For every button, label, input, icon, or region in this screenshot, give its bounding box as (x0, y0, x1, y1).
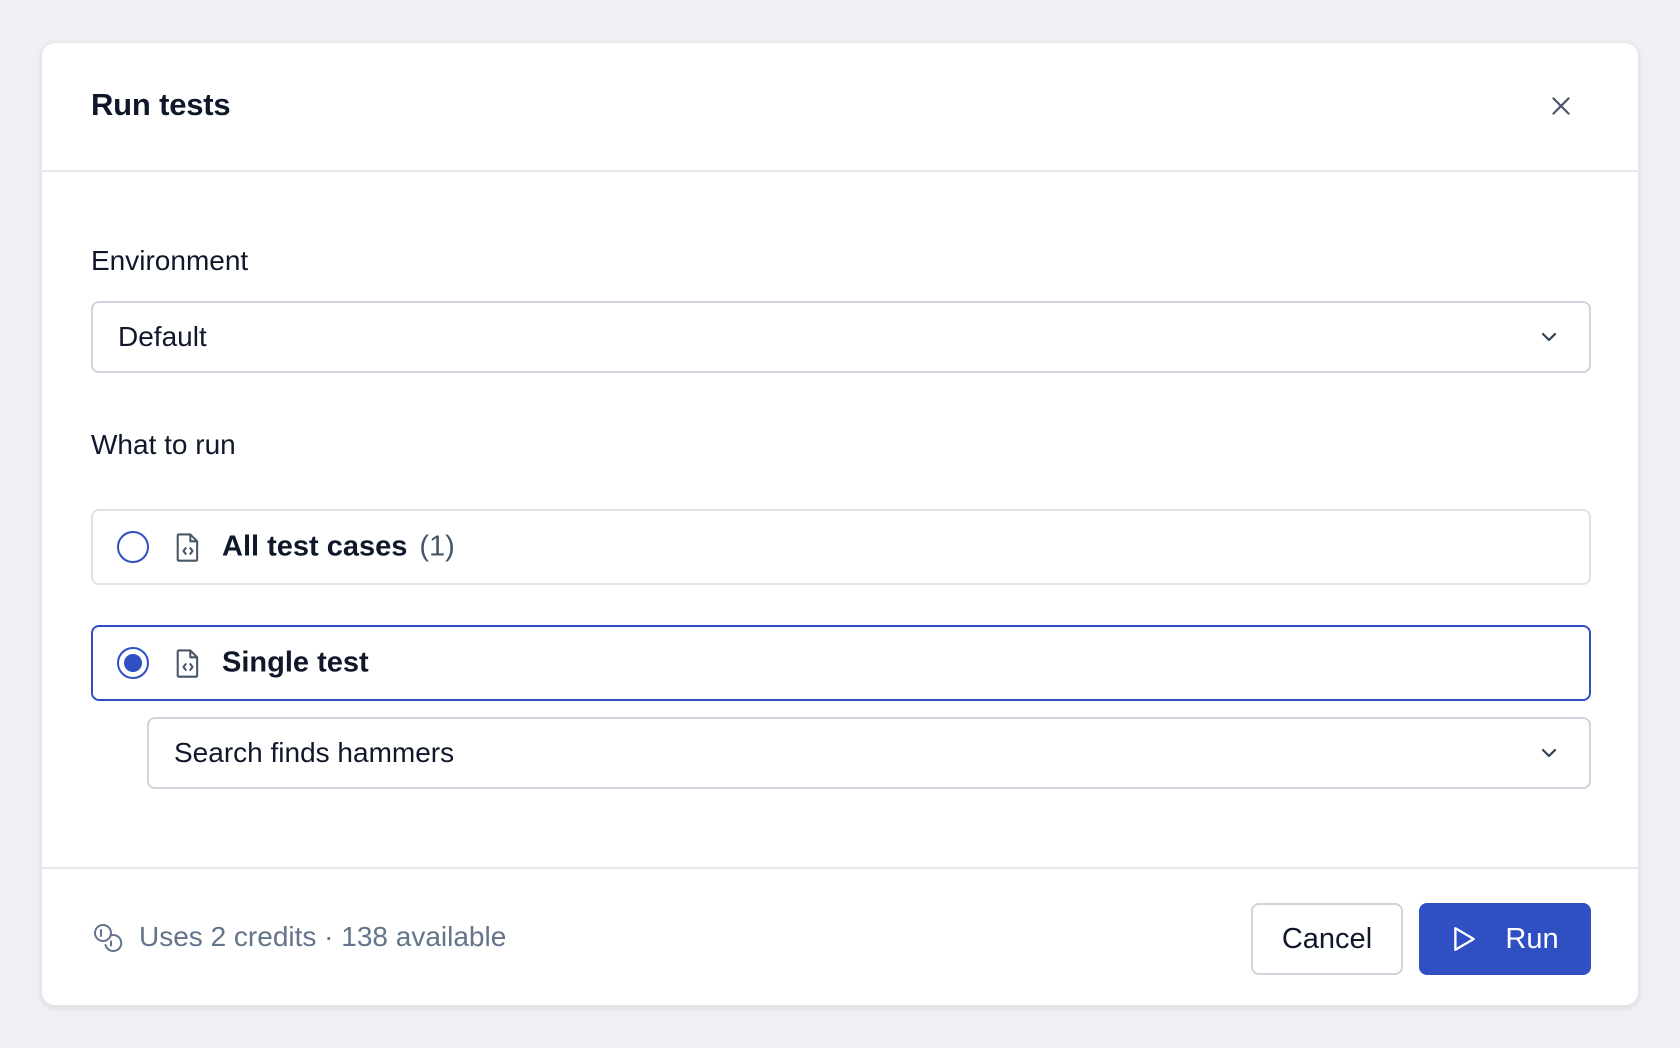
coins-icon (94, 924, 123, 952)
play-icon (1454, 927, 1476, 951)
dialog-title: Run tests (91, 87, 231, 122)
run-tests-dialog: Run tests Environment Default What to ru… (41, 42, 1639, 1006)
single-test-select[interactable]: Search finds hammers (147, 717, 1591, 789)
cancel-label: Cancel (1281, 922, 1373, 955)
option-label: All test cases (1) (222, 530, 455, 563)
file-code-icon (176, 649, 199, 678)
credits-text: Uses 2 credits · 138 available (139, 921, 507, 952)
dialog-footer: Uses 2 credits · 138 available Cancel Ru… (42, 867, 1638, 1005)
close-button[interactable] (1544, 89, 1578, 123)
chevron-down-icon (1541, 332, 1557, 342)
single-test-value: Search finds hammers (174, 737, 455, 768)
test-count: (1) (419, 530, 455, 563)
radio-single-test[interactable] (117, 647, 149, 679)
credits-info: Uses 2 credits · 138 available (91, 921, 506, 953)
option-label: Single test (222, 646, 369, 679)
option-all-test-cases[interactable]: All test cases (1) (91, 509, 1591, 585)
chevron-down-icon (1541, 748, 1557, 758)
option-single-test[interactable]: Single test (91, 625, 1591, 701)
environment-label: Environment (91, 245, 249, 276)
radio-all-test-cases[interactable] (117, 531, 149, 563)
dialog-header: Run tests (42, 43, 1638, 172)
what-to-run-label: What to run (91, 429, 236, 460)
environment-value: Default (118, 321, 207, 352)
file-code-icon (176, 533, 199, 562)
cancel-button[interactable]: Cancel (1251, 903, 1403, 975)
run-label: Run (1505, 922, 1559, 955)
environment-select[interactable]: Default (91, 301, 1591, 373)
close-icon (1552, 97, 1570, 115)
run-button[interactable]: Run (1419, 903, 1591, 975)
